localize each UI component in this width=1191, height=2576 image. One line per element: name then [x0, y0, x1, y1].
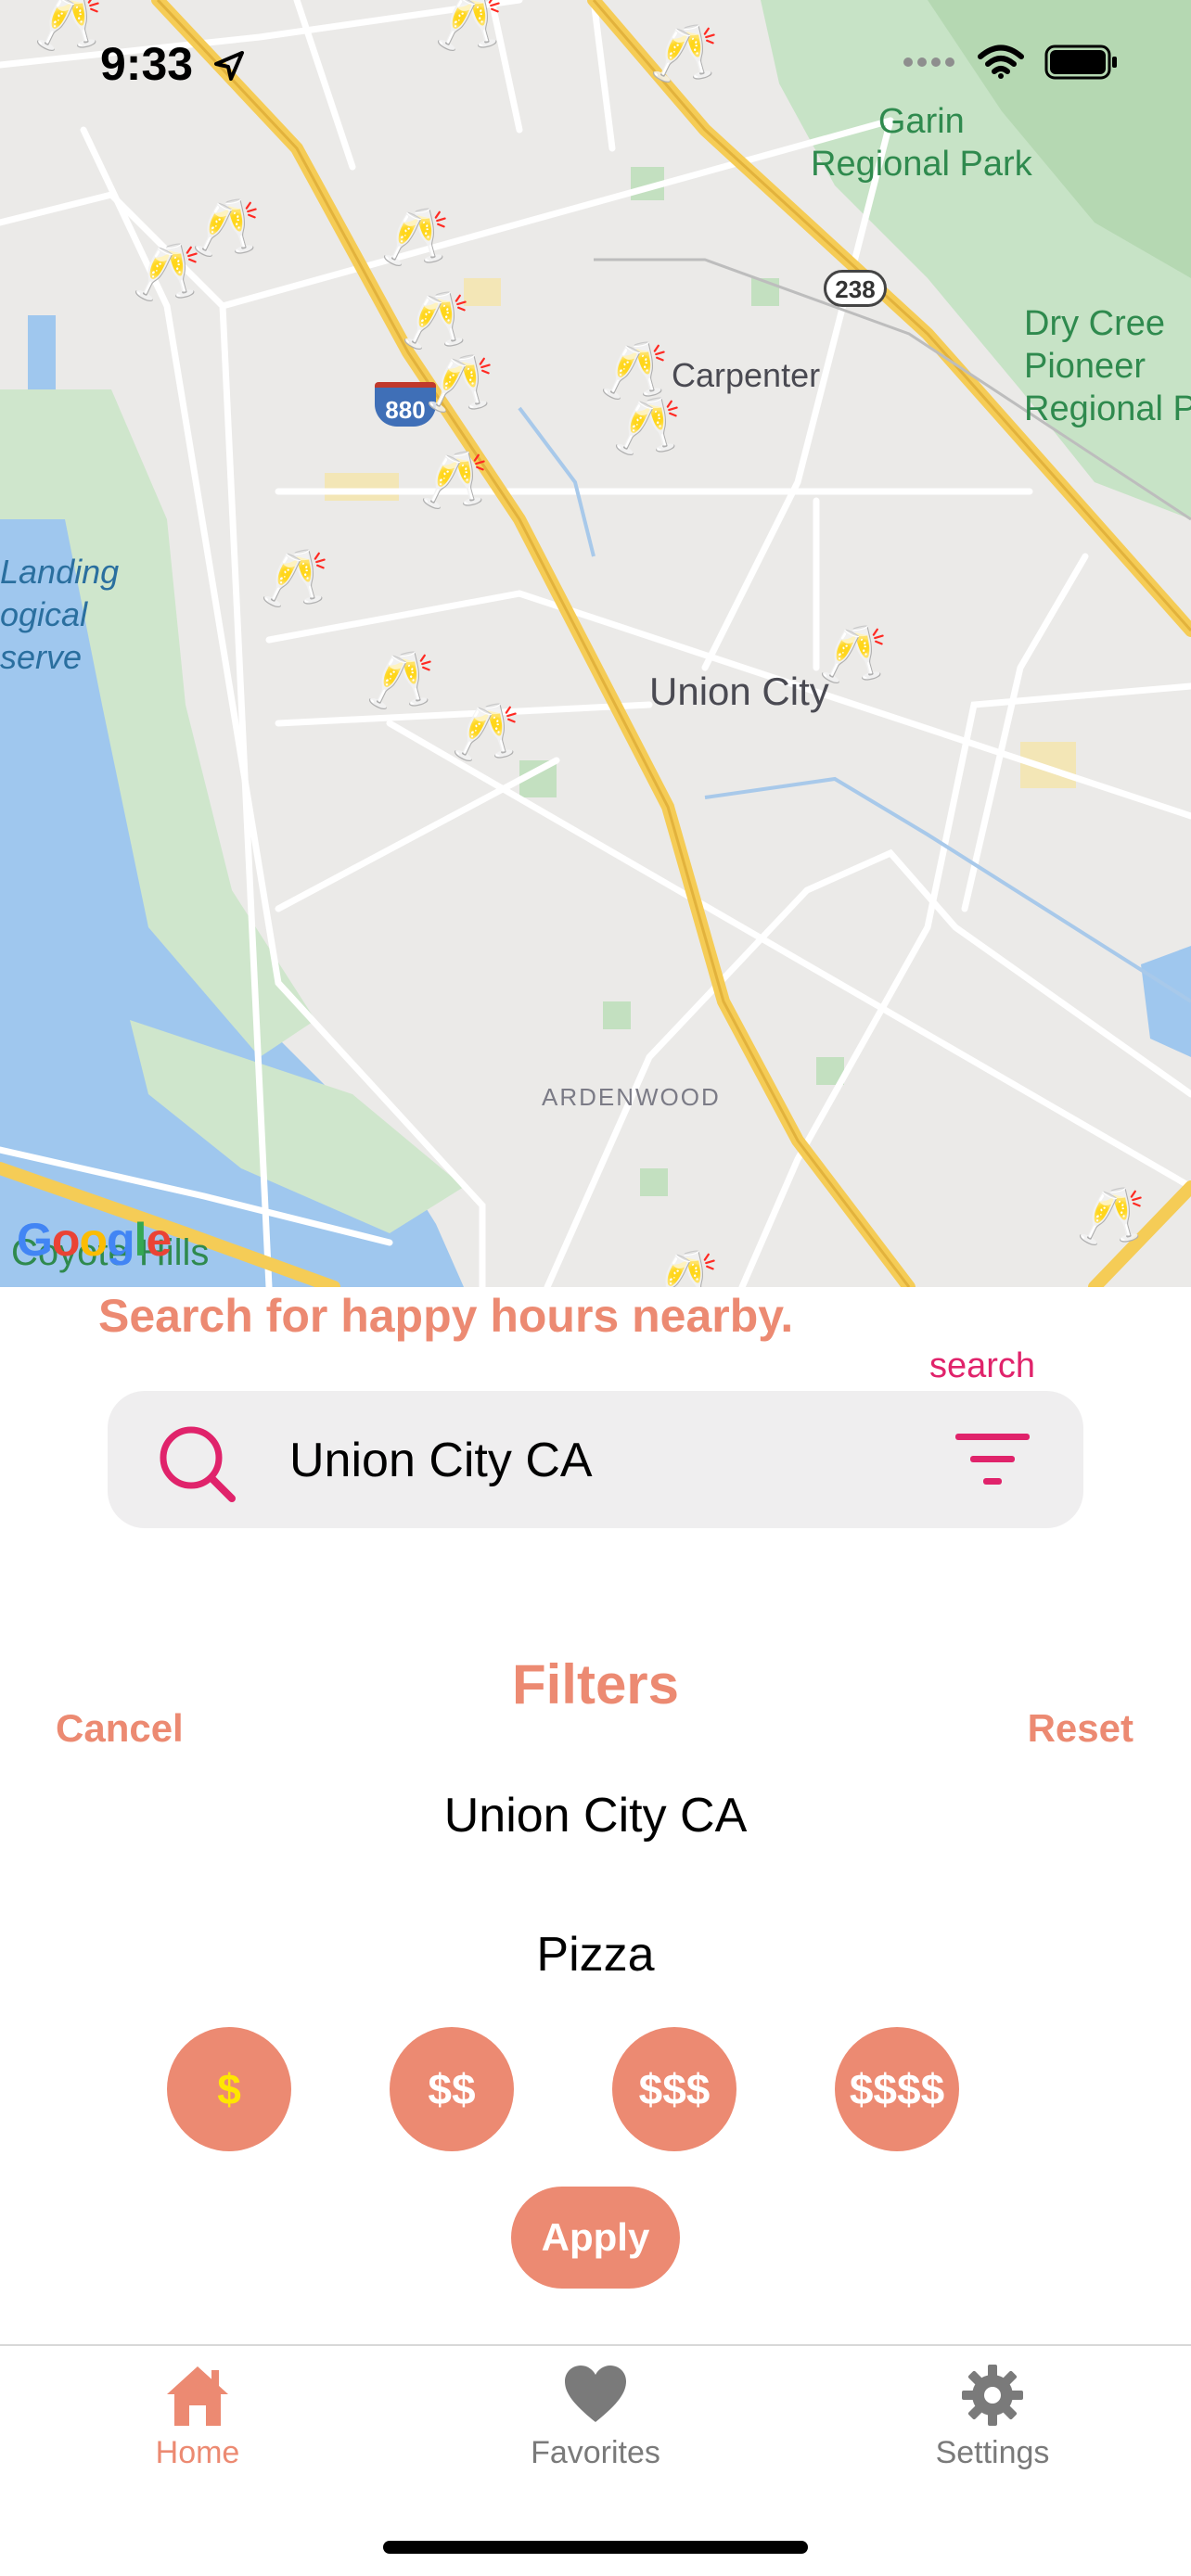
search-heading: Search for happy hours nearby. — [98, 1290, 794, 1342]
price-button-2[interactable]: $$ — [390, 2027, 514, 2151]
price-button-1[interactable]: $ — [167, 2027, 291, 2151]
champagne-glasses-icon[interactable]: 🥂 — [599, 343, 669, 399]
google-logo: Google — [17, 1214, 172, 1266]
status-bar: 9:33 — [0, 0, 1191, 130]
highway-238-shield: 238 — [824, 270, 887, 307]
search-bar[interactable] — [108, 1391, 1083, 1528]
champagne-glasses-icon[interactable]: 🥂 — [818, 627, 888, 682]
home-icon — [167, 2366, 228, 2426]
tab-favorites[interactable]: Favorites — [456, 2363, 735, 2471]
battery-icon — [1044, 45, 1117, 80]
map-view[interactable]: Garin Regional Park Dry Cree Pioneer Region… — [0, 0, 1191, 1287]
map-label-ardenwood: ARDENWOOD — [542, 1083, 721, 1111]
heart-icon — [565, 2366, 626, 2422]
champagne-glasses-icon[interactable]: 🥂 — [191, 200, 261, 256]
apply-button[interactable]: Apply — [511, 2187, 680, 2289]
location-arrow-icon — [214, 51, 244, 81]
champagne-glasses-icon[interactable]: 🥂 — [260, 551, 329, 606]
gear-icon — [962, 2365, 1023, 2426]
champagne-glasses-icon[interactable]: 🥂 — [425, 356, 494, 412]
wifi-icon — [978, 45, 1024, 79]
map-label-dry-creek: Dry Cree Pioneer Regional P — [1024, 304, 1191, 428]
champagne-glasses-icon[interactable]: 🥂 — [132, 245, 201, 300]
tab-home[interactable]: Home — [58, 2363, 337, 2471]
champagne-glasses-icon[interactable]: 🥂 — [419, 453, 489, 508]
champagne-glasses-icon[interactable]: 🥂 — [451, 705, 520, 760]
champagne-glasses-icon[interactable]: 🥂 — [365, 653, 435, 708]
champagne-glasses-icon[interactable]: 🥂 — [612, 399, 682, 454]
tab-settings-label: Settings — [935, 2435, 1050, 2470]
champagne-glasses-icon[interactable]: 🥂 — [401, 293, 470, 349]
search-input[interactable] — [289, 1428, 939, 1493]
champagne-glasses-icon[interactable]: 🥂 — [380, 210, 450, 265]
tab-favorites-label: Favorites — [531, 2435, 660, 2470]
home-indicator[interactable] — [383, 2541, 808, 2554]
filter-location[interactable]: Union City CA — [0, 1788, 1191, 1843]
filter-category[interactable]: Pizza — [0, 1927, 1191, 1983]
cellular-icon — [903, 57, 954, 67]
price-button-3[interactable]: $$$ — [612, 2027, 736, 2151]
map-label-landing: Landing ogical serve — [0, 553, 120, 676]
status-indicators — [902, 45, 1119, 80]
price-button-4[interactable]: $$$$ — [835, 2027, 959, 2151]
reset-button[interactable]: Reset — [1028, 1706, 1133, 1751]
champagne-glasses-icon[interactable]: 🥂 — [649, 1252, 719, 1288]
search-label: search — [929, 1346, 1036, 1385]
map-label-union-city: Union City — [649, 670, 829, 713]
filter-icon[interactable] — [954, 1430, 1031, 1489]
map-label-carpenter: Carpenter — [672, 356, 821, 394]
tab-settings[interactable]: Settings — [853, 2363, 1132, 2471]
cancel-button[interactable]: Cancel — [56, 1706, 184, 1751]
status-time: 9:33 — [100, 38, 194, 90]
search-icon[interactable] — [156, 1422, 239, 1506]
champagne-glasses-icon[interactable]: 🥂 — [1076, 1189, 1146, 1244]
tab-home-label: Home — [155, 2435, 240, 2470]
